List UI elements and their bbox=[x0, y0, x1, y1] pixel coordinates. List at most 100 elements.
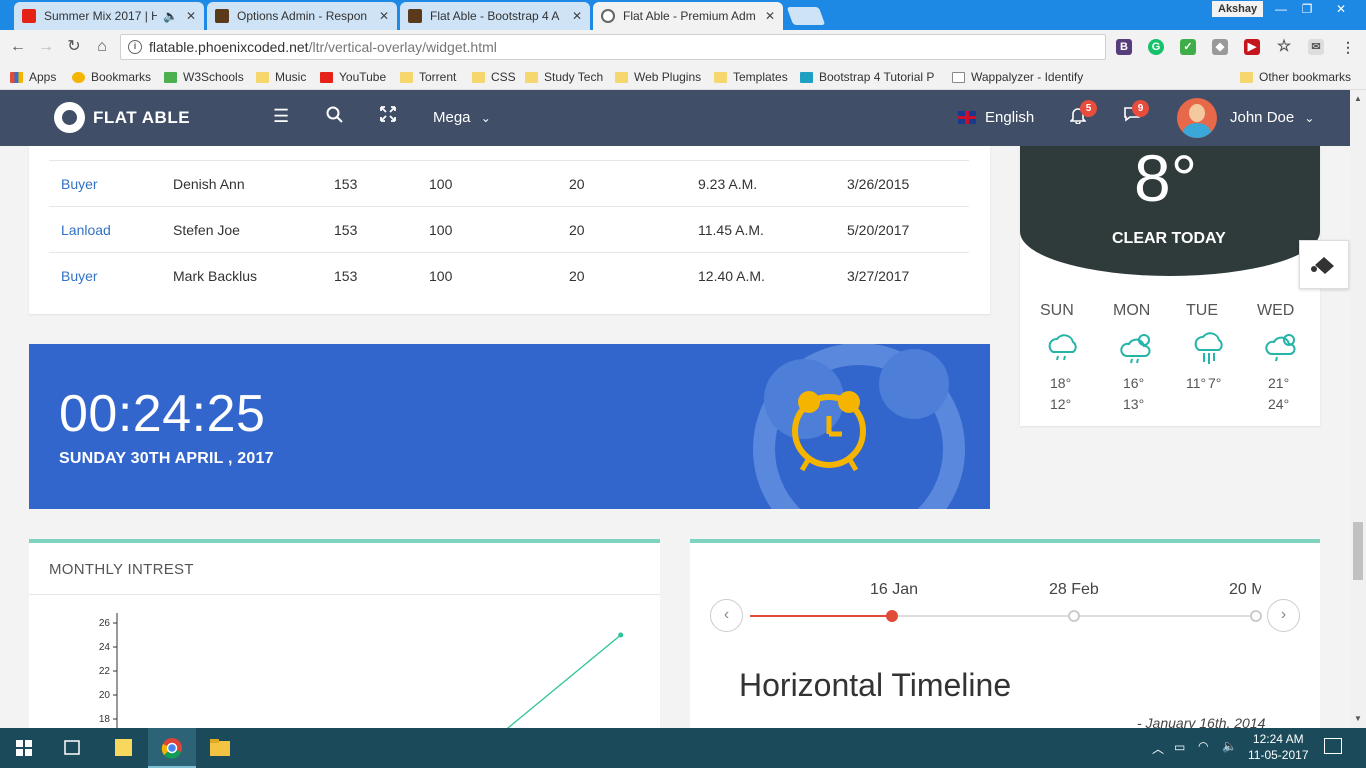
tray-clock[interactable]: 12:24 AM 11-05-2017 bbox=[1248, 731, 1309, 763]
data-point[interactable] bbox=[618, 632, 624, 638]
timeline-date[interactable]: 28 Feb bbox=[1049, 581, 1099, 599]
browser-tab-1[interactable]: Summer Mix 2017 | H 🔈 ✕ bbox=[14, 2, 204, 30]
bookmark-label: Bootstrap 4 Tutorial P bbox=[819, 70, 935, 84]
weather-card: 8° CLEAR TODAY SUN MON TUE WED 18° 12° 1… bbox=[1020, 146, 1320, 426]
browser-tab-3[interactable]: Flat Able - Bootstrap 4 A ✕ bbox=[400, 2, 590, 30]
window-close-icon[interactable]: ✕ bbox=[1326, 0, 1356, 18]
timeline-next-button[interactable]: › bbox=[1267, 599, 1300, 632]
row-type-link[interactable]: Buyer bbox=[61, 268, 98, 284]
browser-tab-4[interactable]: Flat Able - Premium Adm ✕ bbox=[593, 2, 783, 30]
close-icon[interactable]: ✕ bbox=[572, 9, 582, 23]
extension-icon[interactable]: ✉ bbox=[1308, 39, 1324, 55]
action-center-icon[interactable] bbox=[1324, 738, 1342, 754]
site-favicon-icon bbox=[408, 9, 422, 23]
bookmark-wappalyzer[interactable]: Wappalyzer - Identify bbox=[952, 68, 1083, 86]
address-bar[interactable]: i flatable.phoenixcoded.net/ltr/vertical… bbox=[120, 34, 1106, 60]
timeline-dot[interactable] bbox=[1250, 610, 1262, 622]
row-type-link[interactable]: Buyer bbox=[61, 176, 98, 192]
bookmark-templates[interactable]: Templates bbox=[714, 68, 788, 86]
tray-date: 11-05-2017 bbox=[1248, 748, 1309, 762]
info-icon[interactable]: i bbox=[128, 40, 142, 54]
home-icon[interactable]: ⌂ bbox=[92, 37, 112, 57]
grammarly-extension-icon[interactable]: G bbox=[1148, 39, 1164, 55]
star-icon[interactable]: ☆ bbox=[1276, 39, 1292, 55]
scrollbar-thumb[interactable] bbox=[1353, 522, 1363, 580]
sticky-notes-icon[interactable] bbox=[100, 728, 148, 768]
bookmark-web-plugins[interactable]: Web Plugins bbox=[615, 68, 701, 86]
clock-card: 00:24:25 SUNDAY 30TH APRIL , 2017 bbox=[29, 344, 990, 509]
row-time: 12.40 A.M. bbox=[698, 268, 765, 284]
timeline-dot-active[interactable] bbox=[886, 610, 898, 622]
user-menu[interactable]: John Doe ⌄ bbox=[1230, 109, 1314, 126]
row-type-link[interactable]: Lanload bbox=[61, 222, 111, 238]
bookmark-bookmarks[interactable]: Bookmarks bbox=[72, 68, 151, 86]
task-view-icon[interactable] bbox=[48, 728, 96, 768]
page-scrollbar[interactable]: ▲ ▼ bbox=[1350, 90, 1366, 728]
brand-name[interactable]: FLAT ABLE bbox=[93, 108, 190, 128]
bookmark-youtube[interactable]: YouTube bbox=[320, 68, 386, 86]
row-col3: 20 bbox=[569, 268, 585, 284]
bookmark-label: Other bookmarks bbox=[1259, 70, 1352, 84]
bookmark-study-tech[interactable]: Study Tech bbox=[525, 68, 603, 86]
scroll-down-icon[interactable]: ▼ bbox=[1354, 714, 1362, 723]
timeline-progress bbox=[750, 615, 892, 617]
video-extension-icon[interactable]: ▶ bbox=[1244, 39, 1260, 55]
apps-grid-icon bbox=[10, 71, 23, 83]
scroll-up-icon[interactable]: ▲ bbox=[1354, 94, 1362, 103]
mega-menu-button[interactable]: Mega ⌄ bbox=[433, 109, 491, 126]
profile-name[interactable]: Akshay bbox=[1212, 1, 1264, 17]
row-col1: 153 bbox=[334, 268, 358, 284]
timeline-date[interactable]: 20 M bbox=[1229, 581, 1261, 599]
sun-rain-cloud-icon bbox=[1120, 334, 1151, 364]
star-icon bbox=[72, 71, 85, 83]
avatar[interactable] bbox=[1177, 98, 1217, 138]
bookmark-torrent[interactable]: Torrent bbox=[400, 68, 456, 86]
menu-hamburger-icon[interactable]: ☰ bbox=[273, 106, 289, 127]
bookmark-other[interactable]: Other bookmarks bbox=[1240, 68, 1351, 86]
bookmark-bootstrap-tutorial[interactable]: Bootstrap 4 Tutorial P bbox=[800, 68, 934, 86]
reload-icon[interactable]: ↻ bbox=[64, 37, 84, 57]
back-icon[interactable]: ← bbox=[8, 37, 28, 57]
extension-icon[interactable]: ◆ bbox=[1212, 39, 1228, 55]
y-tick-label: 24 bbox=[99, 642, 111, 653]
mega-label: Mega bbox=[433, 109, 471, 126]
table-row: Buyer Mark Backlus 153 100 20 12.40 A.M.… bbox=[49, 252, 969, 298]
volume-icon[interactable]: 🔈 bbox=[1222, 739, 1237, 753]
bookmark-css[interactable]: CSS bbox=[472, 68, 516, 86]
globe-icon bbox=[601, 9, 615, 23]
menu-kebab-icon[interactable]: ⋮ bbox=[1340, 39, 1356, 55]
timeline-date[interactable]: 16 Jan bbox=[870, 581, 918, 599]
timeline-dot[interactable] bbox=[1068, 610, 1080, 622]
new-tab-button[interactable] bbox=[786, 7, 826, 25]
windows-start-icon[interactable] bbox=[0, 728, 48, 768]
bookmark-label: Study Tech bbox=[544, 70, 604, 84]
clock-date: SUNDAY 30TH APRIL , 2017 bbox=[59, 450, 274, 467]
fullscreen-icon[interactable] bbox=[380, 106, 396, 127]
close-icon[interactable]: ✕ bbox=[379, 9, 389, 23]
forward-icon[interactable]: → bbox=[36, 37, 56, 57]
timeline-prev-button[interactable]: ‹ bbox=[710, 599, 743, 632]
tray-chevron-up-icon[interactable]: ︿ bbox=[1152, 740, 1164, 757]
bookmark-apps[interactable]: Apps bbox=[10, 68, 56, 86]
file-explorer-icon[interactable] bbox=[196, 728, 244, 768]
speaker-icon[interactable]: 🔈 bbox=[163, 9, 178, 23]
restore-icon[interactable]: ❐ bbox=[1292, 0, 1322, 18]
bookmark-music[interactable]: Music bbox=[256, 68, 306, 86]
shield-extension-icon[interactable]: ✓ bbox=[1180, 39, 1196, 55]
battery-icon[interactable]: ▭ bbox=[1174, 740, 1185, 754]
folder-icon bbox=[256, 71, 269, 83]
browser-tab-2[interactable]: Options Admin - Respon ✕ bbox=[207, 2, 397, 30]
close-icon[interactable]: ✕ bbox=[186, 9, 196, 23]
tab-title: Flat Able - Premium Adm bbox=[623, 9, 756, 23]
bootstrap-extension-icon[interactable]: B bbox=[1116, 39, 1132, 55]
bookmark-w3schools[interactable]: W3Schools bbox=[164, 68, 244, 86]
search-icon[interactable] bbox=[326, 106, 344, 129]
chevron-down-icon: ⌄ bbox=[1304, 111, 1315, 125]
language-selector[interactable]: English bbox=[985, 109, 1034, 126]
settings-toggle-button[interactable] bbox=[1299, 240, 1349, 289]
close-icon[interactable]: ✕ bbox=[765, 9, 775, 23]
tab-title: Flat Able - Bootstrap 4 A bbox=[430, 9, 560, 23]
chrome-taskbar-icon[interactable] bbox=[148, 728, 196, 768]
table-row: Lanload Stefen Joe 153 100 20 11.45 A.M.… bbox=[49, 206, 969, 252]
wifi-icon[interactable]: ◠ bbox=[1198, 739, 1208, 753]
